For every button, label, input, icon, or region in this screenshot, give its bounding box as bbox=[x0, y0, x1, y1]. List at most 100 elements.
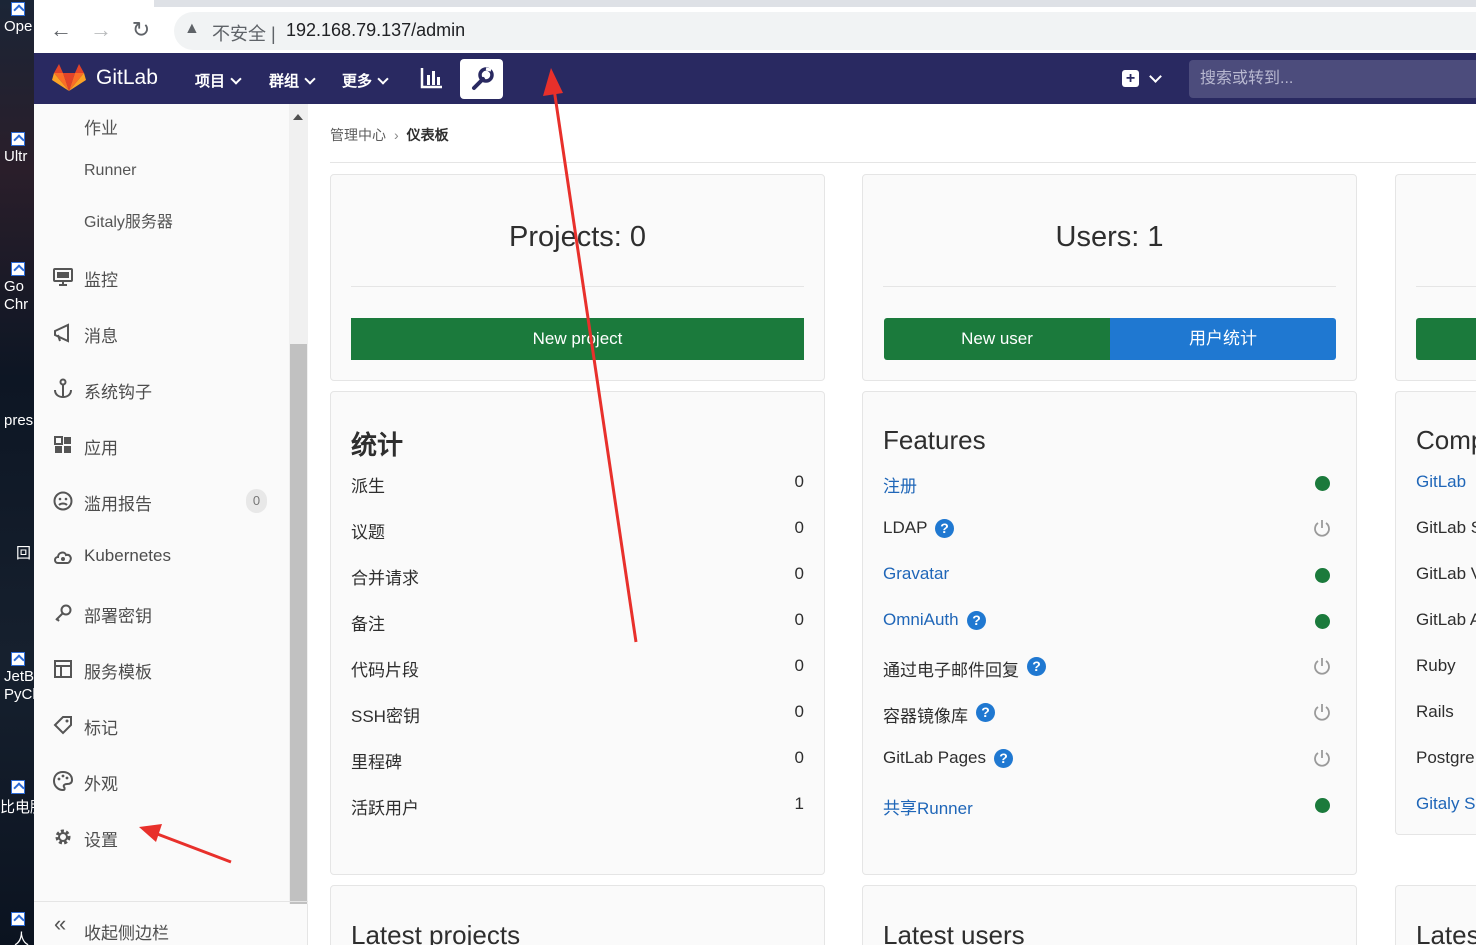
latest-projects-card: Latest projects bbox=[330, 885, 825, 945]
wrench-icon bbox=[472, 67, 494, 90]
collapse-sidebar-button[interactable]: « 收起侧边栏 bbox=[34, 901, 308, 945]
component-label[interactable]: Gitaly S bbox=[1416, 794, 1476, 814]
scroll-up-arrow-icon[interactable] bbox=[293, 114, 303, 120]
user-statistics-button[interactable]: 用户统计 bbox=[1110, 318, 1336, 360]
cloud-icon bbox=[54, 551, 72, 564]
stat-label: 议题 bbox=[351, 523, 385, 542]
sidebar-subitem-jobs[interactable]: 作业 bbox=[84, 114, 118, 139]
sidebar-item-settings[interactable]: 设置 bbox=[34, 816, 288, 856]
component-row: Ruby bbox=[1416, 652, 1476, 682]
monitor-icon bbox=[53, 268, 73, 286]
sidebar-item-label: 外观 bbox=[84, 775, 118, 794]
desktop-shortcut[interactable]: Ope bbox=[0, 2, 34, 35]
template-icon bbox=[54, 660, 72, 678]
new-item-plus-icon[interactable]: + bbox=[1122, 70, 1139, 87]
sidebar-subitem-gitaly[interactable]: Gitaly服务器 bbox=[84, 208, 173, 232]
feature-label: 通过电子邮件回复 bbox=[883, 661, 1019, 680]
stat-label: 合并请求 bbox=[351, 569, 419, 588]
reload-icon[interactable]: ↻ bbox=[127, 16, 155, 44]
stat-value: 0 bbox=[794, 610, 804, 629]
stat-value: 0 bbox=[794, 472, 804, 491]
tag-icon bbox=[53, 716, 72, 735]
divider bbox=[883, 286, 1336, 287]
nav-label: 更多 bbox=[342, 73, 373, 90]
sidebar-item-messages[interactable]: 消息 bbox=[34, 312, 288, 352]
desktop-shortcut[interactable]: 人 bbox=[0, 912, 34, 945]
components-card: Comp GitLab GitLab S GitLab V GitLab A Ruby R… bbox=[1395, 391, 1476, 835]
sidebar-item-applications[interactable]: 应用 bbox=[34, 424, 288, 464]
shortcut-arrow-icon bbox=[11, 132, 25, 146]
chevron-down-icon[interactable] bbox=[1149, 70, 1162, 83]
new-user-button[interactable]: New user bbox=[884, 318, 1110, 360]
sidebar-subitem-runner[interactable]: Runner bbox=[84, 162, 136, 180]
stat-value: 1 bbox=[794, 794, 804, 813]
browser-toolbar: ← → ↻ ▲ 不安全 | 192.168.79.137/admin bbox=[34, 0, 1476, 58]
help-question-icon[interactable]: ? bbox=[1027, 657, 1046, 676]
breadcrumb-current[interactable]: 仪表板 bbox=[407, 127, 449, 143]
feature-row: OmniAuth? bbox=[883, 606, 1336, 636]
new-group-button[interactable] bbox=[1416, 318, 1476, 360]
sidebar-item-service-templates[interactable]: 服务模板 bbox=[34, 648, 288, 688]
component-row: Rails bbox=[1416, 698, 1476, 728]
feature-label[interactable]: 共享Runner bbox=[883, 794, 973, 819]
activity-chart-icon[interactable] bbox=[420, 67, 444, 89]
stat-label: 备注 bbox=[351, 615, 385, 634]
status-enabled-icon bbox=[1315, 798, 1330, 813]
breadcrumb: 管理中心 › 仪表板 bbox=[330, 125, 449, 145]
tab-strip bbox=[154, 0, 1476, 7]
help-question-icon[interactable]: ? bbox=[994, 749, 1013, 768]
forward-arrow-icon[interactable]: → bbox=[87, 16, 115, 44]
search-input[interactable] bbox=[1189, 60, 1476, 98]
sidebar-item-monitoring[interactable]: 监控 bbox=[34, 256, 288, 296]
desktop-shortcut[interactable]: JetB PyCh bbox=[0, 652, 34, 704]
stat-row: 合并请求 0 bbox=[351, 560, 804, 590]
help-question-icon[interactable]: ? bbox=[967, 611, 986, 630]
sidebar-item-kubernetes[interactable]: Kubernetes bbox=[34, 536, 288, 576]
help-question-icon[interactable]: ? bbox=[976, 703, 995, 722]
sidebar-scrollbar-thumb[interactable] bbox=[290, 344, 307, 904]
admin-area-button[interactable] bbox=[460, 59, 503, 99]
stat-row: 备注 0 bbox=[351, 606, 804, 636]
feature-row: LDAP? bbox=[883, 514, 1336, 544]
sidebar-item-label: 监控 bbox=[84, 271, 118, 290]
component-label[interactable]: GitLab bbox=[1416, 472, 1466, 492]
gitlab-logo-icon[interactable] bbox=[52, 64, 86, 92]
stat-label: 活跃用户 bbox=[351, 799, 419, 818]
double-chevron-left-icon: « bbox=[54, 911, 67, 936]
desktop-shortcut[interactable]: 回 bbox=[0, 542, 34, 563]
sidebar-item-abuse-reports[interactable]: 滥用报告 0 bbox=[34, 480, 288, 520]
warning-icon[interactable]: ▲ bbox=[184, 20, 200, 38]
nav-groups-dropdown[interactable]: 群组 bbox=[269, 70, 316, 91]
feature-label[interactable]: OmniAuth bbox=[883, 610, 959, 630]
back-arrow-icon[interactable]: ← bbox=[47, 16, 75, 44]
sidebar-item-system-hooks[interactable]: 系统钩子 bbox=[34, 368, 288, 408]
new-project-button[interactable]: New project bbox=[351, 318, 804, 360]
divider bbox=[330, 162, 1476, 163]
nav-projects-dropdown[interactable]: 项目 bbox=[195, 70, 242, 91]
sidebar-item-deploy-keys[interactable]: 部署密钥 bbox=[34, 592, 288, 632]
desktop-shortcut[interactable]: Ultr bbox=[0, 132, 34, 165]
nav-more-dropdown[interactable]: 更多 bbox=[342, 70, 389, 91]
projects-count: Projects: 0 bbox=[509, 221, 646, 253]
latest-projects-title: Latest projects bbox=[351, 920, 521, 945]
chevron-down-icon bbox=[304, 73, 316, 85]
sidebar-item-labels[interactable]: 标记 bbox=[34, 704, 288, 744]
address-bar[interactable]: ▲ 不安全 | 192.168.79.137/admin bbox=[174, 12, 1476, 50]
key-icon bbox=[55, 604, 72, 622]
feature-label[interactable]: Gravatar bbox=[883, 564, 949, 584]
desktop-shortcut[interactable]: 比电脑 bbox=[0, 780, 34, 817]
desktop-shortcut[interactable]: pres bbox=[0, 412, 34, 429]
stat-value: 0 bbox=[794, 656, 804, 675]
brand-name[interactable]: GitLab bbox=[96, 66, 158, 90]
statistics-card: 统计 派生 0 议题 0 合并请求 0 备注 0 代码片段 0 SSH密钥 0 里程碑 0 活… bbox=[330, 391, 825, 875]
breadcrumb-parent[interactable]: 管理中心 bbox=[330, 127, 386, 143]
desktop-shortcut[interactable]: Go Chr bbox=[0, 262, 34, 314]
chevron-down-icon bbox=[230, 73, 242, 85]
component-label: GitLab A bbox=[1416, 610, 1476, 629]
help-question-icon[interactable]: ? bbox=[935, 519, 954, 538]
url-text[interactable]: 192.168.79.137/admin bbox=[286, 20, 465, 41]
feature-label[interactable]: 注册 bbox=[883, 472, 917, 497]
latest-users-card: Latest users bbox=[862, 885, 1357, 945]
collapse-label: 收起侧边栏 bbox=[84, 924, 169, 943]
sidebar-item-appearance[interactable]: 外观 bbox=[34, 760, 288, 800]
